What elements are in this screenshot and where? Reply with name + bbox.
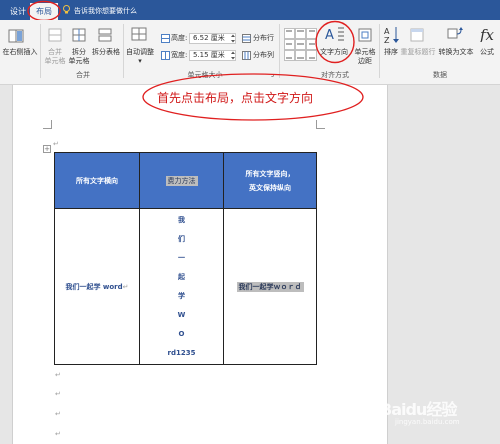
instruction-annotation: 首先点击布局，点击文字方向 <box>157 91 314 105</box>
repeat-header-icon <box>410 28 424 42</box>
autofit-button[interactable]: 自动调整 <box>124 48 156 57</box>
baidu-watermark: Baidu经验 <box>380 400 457 419</box>
split-cells-icon <box>72 28 86 42</box>
split-table-button[interactable]: 拆分表格 <box>90 48 122 57</box>
height-input[interactable]: 6.52 厘米 <box>189 33 236 44</box>
split-cells-button[interactable]: 拆分 单元格 <box>66 48 92 66</box>
table-move-handle-icon[interactable]: + <box>43 145 51 153</box>
sort-button[interactable]: 排序 <box>380 48 402 57</box>
paragraph-mark-icon: ↵ <box>55 371 61 379</box>
formula-button[interactable]: 公式 <box>476 48 498 57</box>
paragraph-mark-icon: ↵ <box>53 140 59 148</box>
merge-group-label: 合并 <box>76 71 90 79</box>
tell-me-search[interactable]: 告诉我你想要做什么 <box>68 3 143 20</box>
autofit-icon <box>131 27 147 41</box>
distribute-rows-icon <box>242 34 251 43</box>
distribute-columns-icon <box>242 51 251 60</box>
table-row: 所有文字横向 费力方法 所有文字竖向， 英文保持纵向 <box>54 152 317 209</box>
vertical-text-list: 我 们 一 起 学 W O rd1235 <box>167 215 196 357</box>
column-width-icon <box>161 51 170 60</box>
table-header-cell[interactable]: 所有文字竖向， 英文保持纵向 <box>223 152 317 209</box>
row-height-icon <box>161 34 170 43</box>
width-spinner-icon[interactable] <box>230 50 236 61</box>
cell-margins-icon <box>358 28 372 42</box>
table-header-cell[interactable]: 费力方法 <box>139 152 224 209</box>
data-group-label: 数据 <box>433 71 447 79</box>
repeat-header-rows-button[interactable]: 重复标题行 <box>400 48 436 57</box>
table-header-cell[interactable]: 所有文字横向 <box>54 152 140 209</box>
split-table-icon <box>98 28 112 42</box>
convert-to-text-icon <box>447 27 463 39</box>
alignment-buttons-icon[interactable] <box>284 28 317 61</box>
autofit-dropdown-arrow-icon[interactable]: ▾ <box>124 57 156 66</box>
distribute-columns-button[interactable]: 分布列 <box>253 51 274 60</box>
insert-right-icon <box>8 29 24 43</box>
svg-text:A: A <box>384 27 390 36</box>
merge-cells-button[interactable]: 合并 单元格 <box>42 48 68 66</box>
paragraph-mark-icon: ↵ <box>55 390 61 398</box>
table-cell[interactable]: 我 们 一 起 学 W O rd1235 <box>139 208 224 365</box>
distribute-rows-button[interactable]: 分布行 <box>253 34 274 43</box>
table-cell[interactable]: 我们一起学ｗｏｒｄ <box>223 208 317 365</box>
svg-text:Z: Z <box>384 36 390 44</box>
paragraph-mark-icon: ↵ <box>55 410 61 418</box>
formula-icon: fx <box>479 26 495 42</box>
layout-tab-highlight-circle <box>27 0 61 22</box>
crop-mark-left <box>43 120 52 129</box>
height-spinner-icon[interactable] <box>230 33 236 44</box>
ribbon-tab-bar: 设计 布局 告诉我你想要做什么 <box>0 0 500 22</box>
height-label: 高度: <box>171 34 188 42</box>
table-row: 我们一起学 word↵ 我 们 一 起 学 W O rd1235 我们一起学ｗｏ… <box>54 208 317 365</box>
convert-to-text-button[interactable]: 转换为文本 <box>436 48 476 57</box>
sort-icon: A Z <box>384 27 399 44</box>
cell-margins-button[interactable]: 单元格 边距 <box>352 48 378 66</box>
svg-text:fx: fx <box>479 26 495 42</box>
paragraph-mark-icon: ↵ <box>55 430 61 438</box>
width-label: 宽度: <box>171 51 188 59</box>
width-input[interactable]: 5.15 厘米 <box>189 50 236 61</box>
table-cell[interactable]: 我们一起学 word↵ <box>54 208 140 365</box>
text-direction-highlight-circle <box>315 20 355 64</box>
insert-right-button[interactable]: 在右侧插入 <box>0 48 40 57</box>
baidu-watermark-url: jingyan.baidu.com <box>395 418 460 426</box>
document-table[interactable]: 所有文字横向 费力方法 所有文字竖向， 英文保持纵向 我们一起学 word↵ 我… <box>54 152 317 365</box>
merge-cells-icon <box>48 28 62 42</box>
